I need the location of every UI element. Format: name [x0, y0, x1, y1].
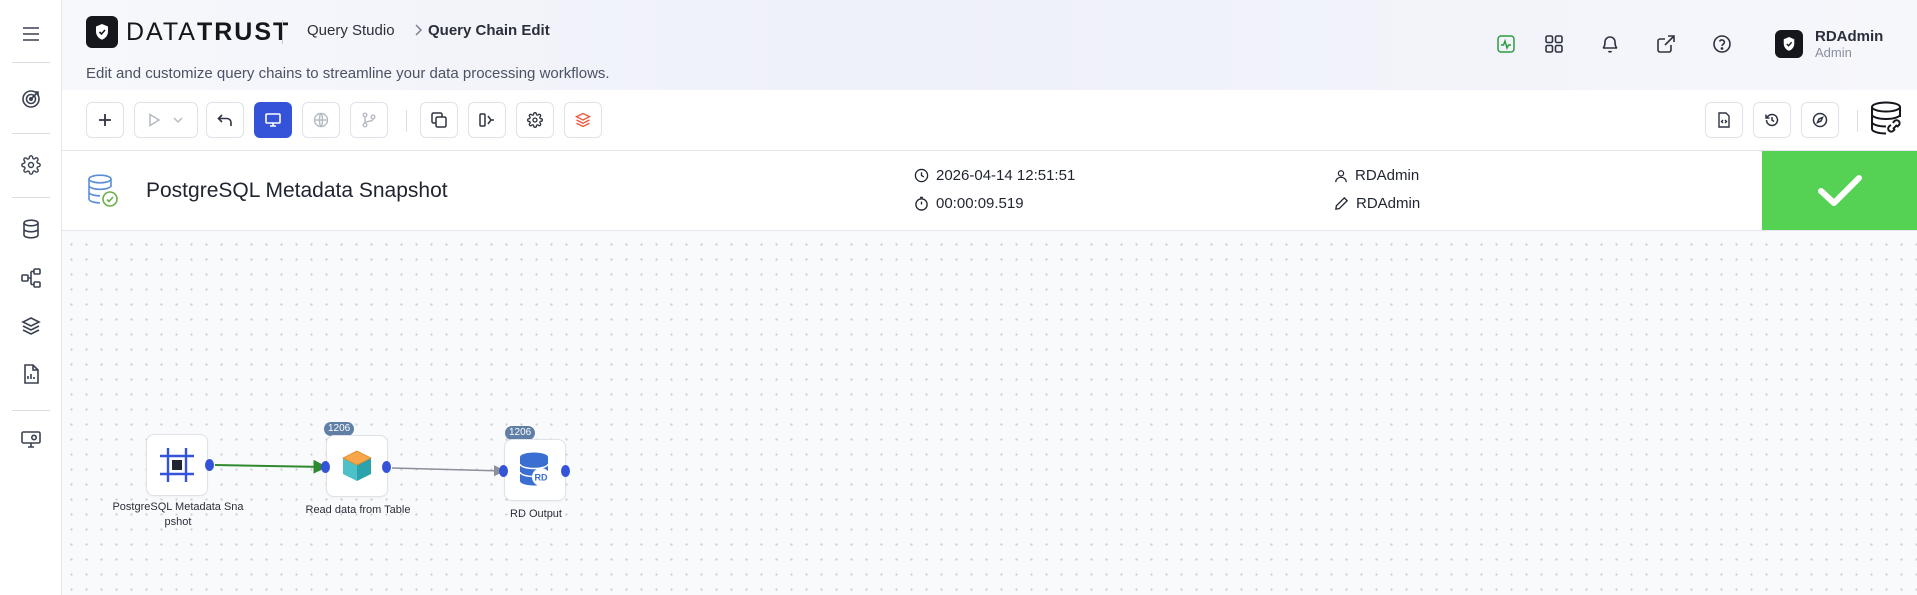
connector-read-to-output[interactable]	[391, 465, 506, 477]
page-subtitle: Edit and customize query chains to strea…	[86, 65, 610, 82]
user-role: Admin	[1815, 45, 1852, 60]
copy-icon	[431, 112, 447, 128]
node-output-port[interactable]	[382, 461, 391, 473]
monitor-settings-icon[interactable]	[17, 425, 45, 453]
external-link-icon[interactable]	[1654, 32, 1678, 56]
chevron-right-icon	[414, 24, 423, 36]
node-label: PostgreSQL Metadata Sna pshot	[112, 501, 244, 528]
header-divider	[282, 20, 283, 44]
add-node-button[interactable]	[86, 102, 124, 138]
history-button[interactable]	[1753, 102, 1791, 138]
svg-text:RD: RD	[535, 473, 548, 483]
status-success-indicator	[1762, 151, 1917, 230]
shield-icon	[86, 16, 118, 48]
node-output-port[interactable]	[561, 465, 570, 477]
git-branch-icon	[362, 112, 376, 128]
node-input-port[interactable]	[321, 461, 330, 473]
stopwatch-icon	[915, 196, 928, 211]
split-view-button[interactable]	[468, 102, 506, 138]
user-name: RDAdmin	[1815, 28, 1884, 45]
row-count-badge: 1206	[324, 422, 355, 436]
user-icon	[1335, 169, 1347, 182]
toolbar-divider	[1857, 110, 1858, 132]
database-chain-icon	[86, 173, 120, 209]
target-icon[interactable]	[17, 85, 45, 113]
query-chain-title: PostgreSQL Metadata Snapshot	[146, 179, 448, 202]
created-by: RDAdmin	[1334, 167, 1419, 184]
datetime-value: 2026-04-14 12:51:51	[936, 167, 1076, 184]
left-sidebar	[0, 0, 62, 595]
editor-toolbar	[62, 90, 1917, 151]
chevron-down-icon[interactable]	[173, 116, 183, 124]
run-datetime: 2026-04-14 12:51:51	[914, 167, 1075, 184]
toolbar-divider	[406, 110, 407, 132]
undo-icon	[217, 114, 232, 126]
globe-button[interactable]	[302, 102, 340, 138]
sidebar-divider	[12, 62, 50, 63]
sidebar-divider	[12, 133, 50, 134]
branch-button[interactable]	[350, 102, 388, 138]
modified-by: RDAdmin	[1334, 195, 1420, 212]
node-start-snapshot[interactable]	[146, 434, 208, 496]
run-duration: 00:00:09.519	[914, 195, 1024, 212]
database-icon[interactable]	[17, 215, 45, 243]
modified-by-value: RDAdmin	[1356, 195, 1421, 212]
brand-name: DATATRUST	[126, 17, 291, 46]
layers-button[interactable]	[564, 102, 602, 138]
screen-view-button[interactable]	[254, 102, 292, 138]
sidebar-divider	[12, 410, 50, 411]
undo-button[interactable]	[206, 102, 244, 138]
node-rd-output[interactable]: RD	[504, 439, 566, 501]
node-read-table[interactable]	[326, 435, 388, 497]
node-input-port[interactable]	[499, 465, 508, 477]
node-output-port[interactable]	[205, 459, 214, 471]
layers-icon[interactable]	[17, 312, 45, 340]
row-count-badge: 1206	[505, 426, 536, 440]
file-code-button[interactable]	[1705, 102, 1743, 138]
clock-icon	[914, 168, 929, 183]
pencil-icon	[1335, 196, 1349, 210]
brand-logo[interactable]: DATATRUST	[86, 16, 290, 48]
breadcrumb-current: Query Chain Edit	[428, 22, 550, 39]
grid-apps-icon[interactable]	[1542, 32, 1566, 56]
workflow-canvas[interactable]: PostgreSQL Metadata Sna pshot 1206 Read d…	[62, 231, 1917, 595]
user-menu[interactable]: RDAdmin Admin	[1775, 28, 1883, 60]
run-button[interactable]	[134, 102, 198, 138]
created-by-value: RDAdmin	[1355, 167, 1420, 184]
globe-icon	[313, 112, 329, 128]
play-icon	[149, 113, 161, 127]
frame-icon	[160, 448, 194, 482]
copy-button[interactable]	[420, 102, 458, 138]
file-code-icon	[1718, 112, 1730, 128]
query-chain-info: PostgreSQL Metadata Snapshot 2026-04-14 …	[62, 151, 1917, 231]
database-output-icon: RD	[519, 452, 550, 486]
split-icon	[479, 113, 494, 127]
stack-icon	[575, 112, 591, 128]
node-label: RD Output	[510, 508, 562, 520]
connector-start-to-read[interactable]	[214, 459, 328, 474]
cube-box-icon	[342, 450, 372, 481]
bell-icon[interactable]	[1598, 32, 1622, 56]
history-icon	[1765, 113, 1779, 127]
hierarchy-icon[interactable]	[17, 264, 45, 292]
node-label: Read data from Table	[305, 504, 411, 516]
activity-icon[interactable]	[1494, 32, 1518, 56]
monitor-icon	[265, 113, 281, 127]
compass-icon	[1812, 112, 1828, 128]
report-icon[interactable]	[17, 360, 45, 388]
database-link-icon[interactable]	[1869, 100, 1909, 140]
connector-layer	[214, 459, 506, 477]
avatar	[1775, 30, 1803, 58]
settings-button[interactable]	[516, 102, 554, 138]
settings-icon[interactable]	[17, 151, 45, 179]
menu-icon[interactable]	[17, 20, 45, 48]
gear-icon	[527, 112, 543, 128]
top-header: DATATRUST Query Studio Query Chain Edit …	[62, 0, 1917, 90]
sidebar-divider	[12, 197, 50, 198]
help-icon[interactable]	[1710, 32, 1734, 56]
breadcrumb-parent[interactable]: Query Studio	[307, 22, 395, 39]
compass-button[interactable]	[1801, 102, 1839, 138]
duration-value: 00:00:09.519	[936, 195, 1024, 212]
checkmark-icon	[1817, 174, 1862, 206]
